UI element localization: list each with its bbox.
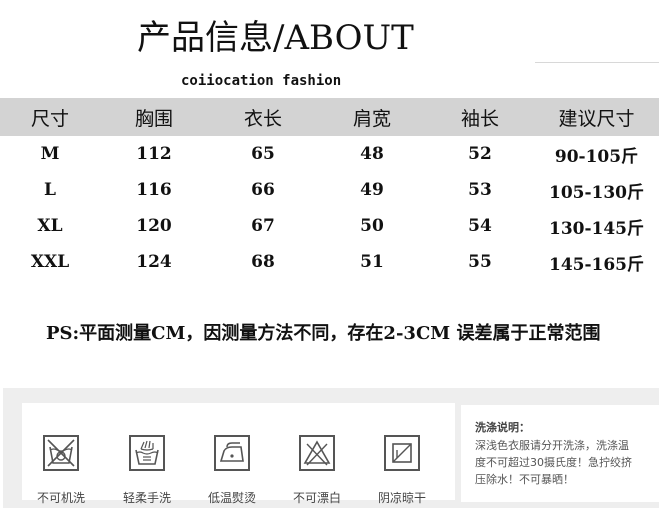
size-table: 尺寸 胸围 衣长 肩宽 袖长 建议尺寸 M 112 65 48 52 90-10… (0, 98, 659, 280)
table-cell: 49 (360, 180, 384, 200)
shade-dry-icon (384, 435, 420, 471)
care-icons-box: 不可机洗 轻柔手洗 低温熨烫 不可漂白 阴凉晾干 (22, 403, 455, 505)
care-instructions: 深浅色衣服请分开洗涤，洗涤温 度不可超过30摄氏度！急拧绞挤 压除水！不可暴晒！ (475, 437, 655, 488)
table-row: XXL 124 68 51 55 145-165斤 (0, 244, 659, 280)
table-cell: 130-145斤 (548, 218, 645, 239)
care-label: 不可漂白 (292, 491, 341, 505)
table-cell: 54 (468, 216, 492, 236)
table-row: M 112 65 48 52 90-105斤 (0, 136, 659, 172)
table-cell: 66 (251, 180, 275, 200)
column-header-chest: 胸围 (100, 98, 208, 136)
divider (535, 62, 659, 63)
table-header-row: 尺寸 胸围 衣长 肩宽 袖长 建议尺寸 (0, 98, 659, 136)
table-cell: 50 (360, 216, 384, 236)
table-cell: 55 (468, 252, 492, 272)
care-label: 阴凉晾干 (377, 491, 426, 505)
table-row: XL 120 67 50 54 130-145斤 (0, 208, 659, 244)
table-cell: 53 (468, 180, 492, 200)
table-cell: 124 (136, 252, 172, 272)
low-iron-icon (214, 435, 250, 471)
care-label: 低温熨烫 (207, 491, 256, 505)
gentle-hand-wash-icon (129, 435, 165, 471)
table-cell: 116 (136, 180, 172, 200)
table-cell: XXL (30, 252, 70, 272)
table-row: L 116 66 49 53 105-130斤 (0, 172, 659, 208)
table-cell: 67 (251, 216, 275, 236)
column-header-size: 尺寸 (0, 98, 100, 136)
table-cell: 90-105斤 (554, 146, 639, 167)
table-cell: 145-165斤 (548, 254, 645, 275)
care-instruction-line: 压除水！不可暴晒！ (475, 473, 574, 486)
column-header-sleeve: 袖长 (426, 98, 534, 136)
page-title: 产品信息/ABOUT (137, 18, 414, 58)
table-cell: XL (37, 216, 63, 236)
table-cell: 105-130斤 (548, 182, 645, 203)
table-cell: 112 (136, 144, 172, 164)
column-header-recommended: 建议尺寸 (534, 98, 659, 136)
no-bleach-icon (299, 435, 335, 471)
table-cell: 65 (251, 144, 275, 164)
column-header-length: 衣长 (208, 98, 318, 136)
table-cell: M (40, 144, 60, 164)
care-label: 不可机洗 (36, 491, 85, 505)
care-instruction-line: 深浅色衣服请分开洗涤，洗涤温 (475, 439, 629, 452)
table-cell: 68 (251, 252, 275, 272)
no-machine-wash-icon (43, 435, 79, 471)
care-heading: 洗涤说明： (475, 421, 530, 434)
table-cell: 51 (360, 252, 384, 272)
care-instruction-line: 度不可超过30摄氏度！急拧绞挤 (475, 456, 632, 469)
column-header-shoulder: 肩宽 (318, 98, 426, 136)
table-cell: 120 (136, 216, 172, 236)
table-cell: 48 (360, 144, 384, 164)
measurement-note: PS:平面测量CM，因测量方法不同，存在2-3CM 误差属于正常范围 (46, 323, 601, 344)
brand-name: coiiocation fashion (181, 73, 342, 89)
care-label: 轻柔手洗 (122, 491, 171, 505)
table-cell: L (44, 180, 56, 200)
table-cell: 52 (468, 144, 492, 164)
